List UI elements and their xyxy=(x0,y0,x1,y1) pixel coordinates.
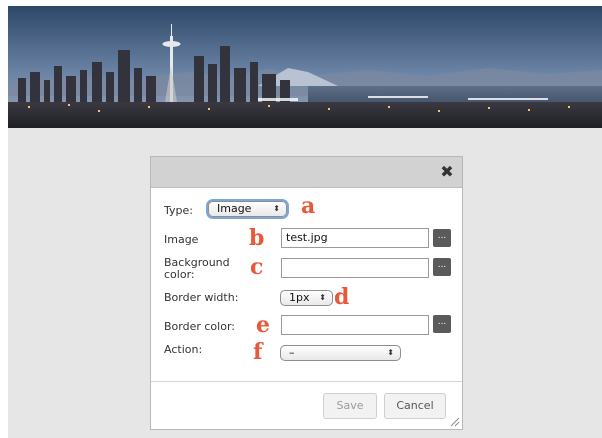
border-color-browse-button[interactable]: ... xyxy=(433,315,451,333)
callout-d: d xyxy=(334,284,350,310)
skyline-banner-image xyxy=(8,6,602,128)
image-field[interactable]: test.jpg xyxy=(281,228,429,248)
action-select-value: – xyxy=(289,346,295,359)
image-settings-dialog: ✖ Type: Image ⬍ a Image b test.jpg ... B… xyxy=(150,156,463,430)
dialog-header: ✖ xyxy=(151,157,462,188)
save-button[interactable]: Save xyxy=(323,393,377,419)
background-color-label-line2: color: xyxy=(164,268,195,281)
select-arrows-icon: ⬍ xyxy=(273,204,280,213)
type-label: Type: xyxy=(164,204,193,217)
cancel-button[interactable]: Cancel xyxy=(384,393,446,419)
select-arrows-icon: ⬍ xyxy=(319,293,326,302)
action-label: Action: xyxy=(164,343,203,356)
border-width-select[interactable]: 1px ⬍ xyxy=(280,290,333,306)
image-browse-button[interactable]: ... xyxy=(433,229,451,247)
select-arrows-icon: ⬍ xyxy=(387,348,394,357)
border-width-select-value: 1px xyxy=(289,291,310,304)
close-icon[interactable]: ✖ xyxy=(438,163,456,181)
type-select[interactable]: Image ⬍ xyxy=(208,201,287,217)
border-width-label: Border width: xyxy=(164,291,239,304)
background-color-field[interactable] xyxy=(281,258,429,278)
resize-grip-icon[interactable] xyxy=(450,417,460,427)
callout-a: a xyxy=(301,193,316,219)
background-color-browse-button[interactable]: ... xyxy=(433,258,451,276)
callout-e: e xyxy=(256,312,270,338)
footer-divider xyxy=(151,381,462,382)
border-color-label: Border color: xyxy=(164,320,235,333)
image-label: Image xyxy=(164,233,199,246)
border-color-field[interactable] xyxy=(281,315,429,335)
callout-b: b xyxy=(249,225,265,251)
action-select[interactable]: – ⬍ xyxy=(280,345,401,361)
callout-f: f xyxy=(253,339,263,365)
callout-c: c xyxy=(250,254,264,280)
type-select-value: Image xyxy=(217,202,252,215)
